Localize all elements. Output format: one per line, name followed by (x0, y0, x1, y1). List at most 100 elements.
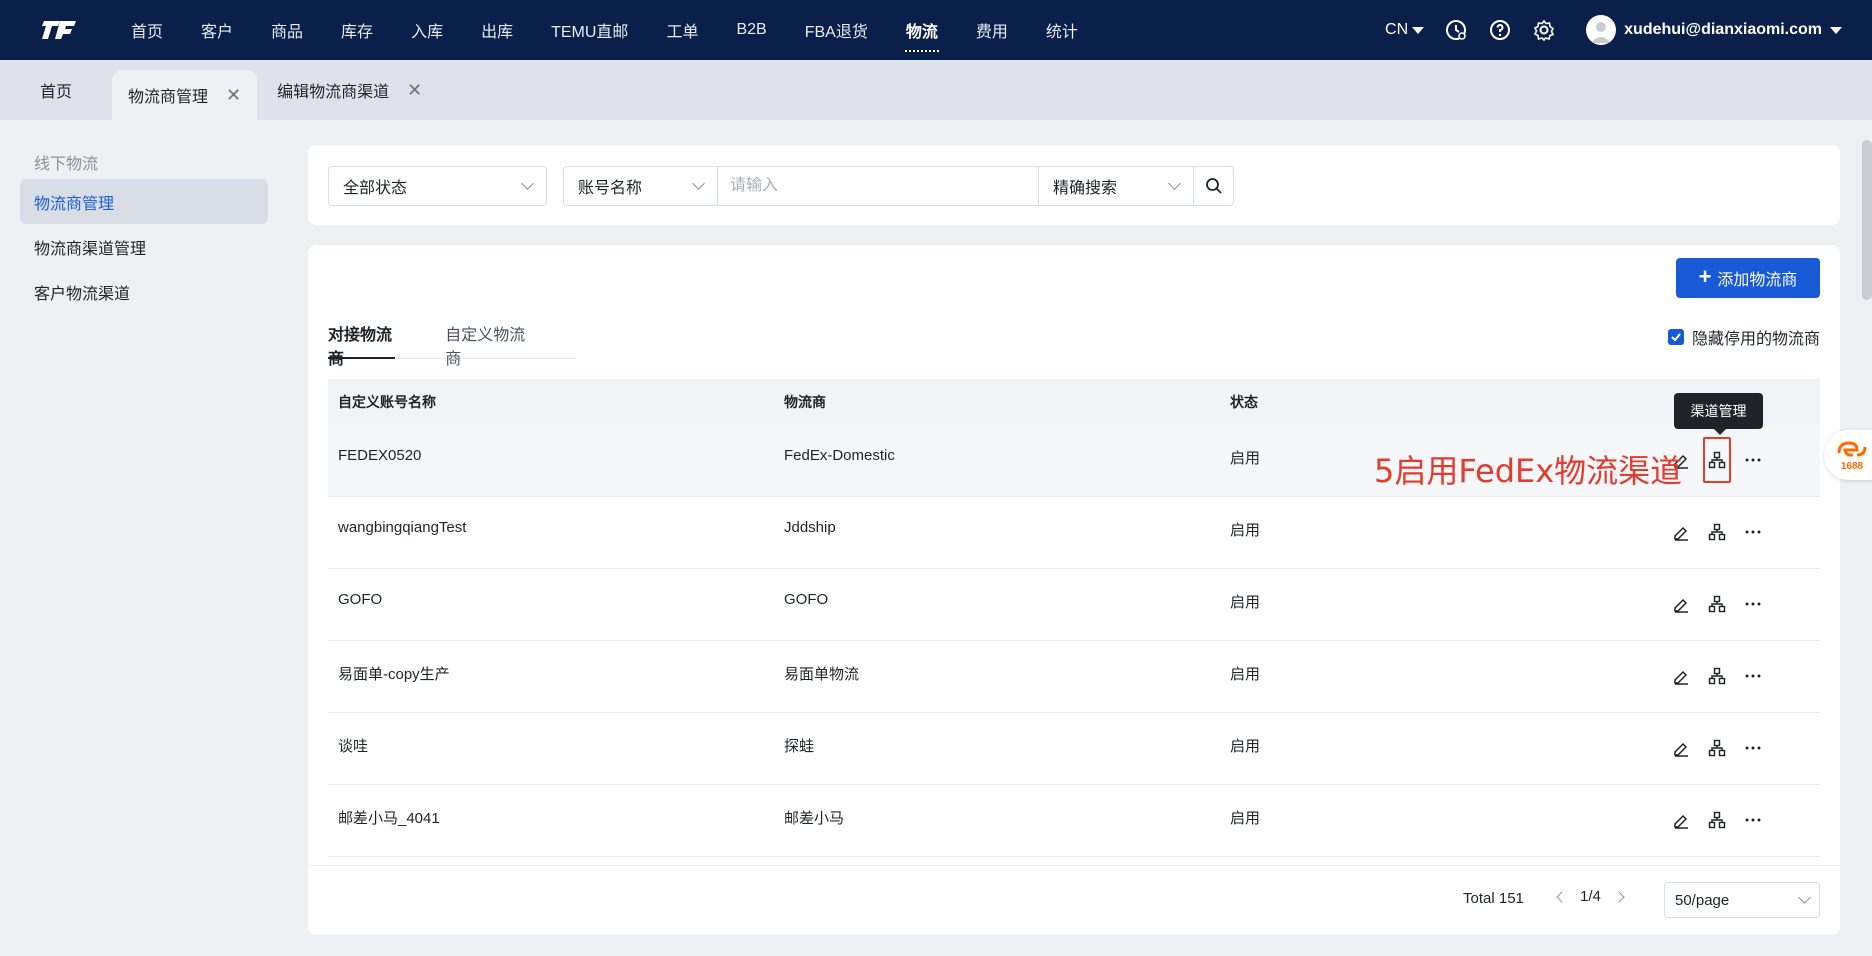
clock-icon[interactable] (1444, 18, 1468, 42)
cell-status: 启用 (1230, 522, 1261, 539)
main-menu: 首页 客户 商品 库存 入库 出库 TEMU直邮 工单 B2B FBA退货 物流… (112, 0, 1097, 60)
more-icon[interactable] (1742, 665, 1764, 687)
nav-item-outbound[interactable]: 出库 (462, 0, 532, 60)
nav-item-b2b[interactable]: B2B (717, 0, 785, 60)
search-button[interactable] (1193, 167, 1233, 205)
status-select-value: 全部状态 (343, 180, 408, 197)
row-actions (1670, 521, 1764, 543)
sidebar-item-carrier-channels[interactable]: 物流商渠道管理 (20, 224, 268, 269)
total-count: Total 151 (1463, 890, 1524, 907)
status-select[interactable]: 全部状态 (328, 166, 547, 206)
table-row[interactable]: 邮差小马_4041 邮差小马 启用 (328, 785, 1820, 857)
user-email: xudehui@dianxiaomi.com (1624, 21, 1822, 38)
more-icon[interactable] (1742, 593, 1764, 615)
nav-item-customers[interactable]: 客户 (182, 0, 252, 60)
page-navigator: 1/4 (1556, 888, 1625, 905)
search-icon (1205, 178, 1222, 194)
tab-integrated-carriers[interactable]: 对接物流商 (328, 321, 396, 368)
table-row[interactable]: 易面单-copy生产 易面单物流 启用 (328, 641, 1820, 713)
channel-management-icon[interactable] (1706, 521, 1728, 543)
next-page-icon[interactable] (1613, 890, 1625, 903)
table-header: 自定义账号名称 物流商 状态 (328, 379, 1820, 425)
page-tab-carrier-management[interactable]: 物流商管理 ✕ (112, 70, 258, 120)
pagination: Total 151 1/4 50/page (308, 865, 1840, 935)
edit-icon[interactable] (1670, 809, 1692, 831)
nav-item-inbound[interactable]: 入库 (392, 0, 462, 60)
cell-carrier: 探蛙 (784, 738, 815, 755)
cell-account-name: GOFO (338, 591, 383, 608)
sidebar-heading: 线下物流 (34, 156, 99, 173)
cell-status: 启用 (1230, 738, 1261, 755)
edit-icon[interactable] (1670, 737, 1692, 759)
sidebar-item-carrier-management[interactable]: 物流商管理 (20, 179, 268, 224)
row-actions (1670, 437, 1764, 483)
cell-carrier: 邮差小马 (784, 810, 845, 827)
channel-management-icon[interactable] (1706, 593, 1728, 615)
channel-management-icon[interactable] (1706, 809, 1728, 831)
help-icon[interactable] (1488, 18, 1512, 42)
table-row[interactable]: GOFO GOFO 启用 (328, 569, 1820, 641)
nav-item-tickets[interactable]: 工单 (647, 0, 717, 60)
nav-item-home[interactable]: 首页 (112, 0, 182, 60)
table-row[interactable]: 谈哇 探蛙 启用 (328, 713, 1820, 785)
nav-item-fees[interactable]: 费用 (957, 0, 1027, 60)
plus-icon: + (1698, 264, 1712, 289)
sidebar-item-customer-channels[interactable]: 客户物流渠道 (20, 269, 268, 314)
tab-custom-carriers[interactable]: 自定义物流商 (445, 321, 526, 368)
column-header-carrier: 物流商 (784, 394, 826, 410)
prev-page-icon[interactable] (1556, 890, 1568, 903)
nav-item-products[interactable]: 商品 (252, 0, 322, 60)
search-mode-value: 精确搜索 (1053, 180, 1118, 197)
close-icon[interactable]: ✕ (226, 86, 241, 104)
row-actions (1670, 593, 1764, 615)
brand-logo[interactable] (38, 16, 78, 44)
floating-1688-badge[interactable]: 1688 (1824, 430, 1872, 480)
more-icon[interactable] (1742, 449, 1764, 471)
nav-item-logistics[interactable]: 物流 (887, 0, 957, 60)
cell-account-name: FEDEX0520 (338, 447, 422, 464)
user-menu[interactable]: xudehui@dianxiaomi.com (1586, 15, 1842, 45)
settings-icon[interactable] (1532, 18, 1556, 42)
cell-carrier: GOFO (784, 591, 829, 608)
filter-bar: 全部状态 账号名称 精确搜索 (308, 145, 1840, 225)
channel-management-icon[interactable] (1706, 737, 1728, 759)
nav-item-temu[interactable]: TEMU直邮 (532, 0, 647, 60)
carrier-list-panel: + 添加物流商 对接物流商 自定义物流商 隐藏停用的物流商 自定义账号名称 物流… (308, 245, 1840, 935)
nav-item-statistics[interactable]: 统计 (1027, 0, 1097, 60)
page-size-select[interactable]: 50/page (1664, 882, 1820, 918)
hide-disabled-checkbox[interactable]: 隐藏停用的物流商 (1667, 325, 1820, 349)
column-header-account-name: 自定义账号名称 (338, 394, 436, 410)
checkbox-checked-icon (1667, 329, 1684, 345)
more-icon[interactable] (1742, 737, 1764, 759)
nav-item-fba-returns[interactable]: FBA退货 (786, 0, 887, 60)
channel-management-icon[interactable] (1706, 665, 1728, 687)
edit-icon[interactable] (1670, 521, 1692, 543)
page-tab-home[interactable]: 首页 (0, 60, 112, 120)
page-tab-bar: 首页 物流商管理 ✕ 编辑物流商渠道 ✕ (0, 60, 1872, 120)
page-scrollbar[interactable] (1862, 140, 1872, 300)
caret-down-icon (1412, 26, 1425, 34)
cell-status: 启用 (1230, 810, 1261, 827)
column-header-status: 状态 (1230, 394, 1258, 410)
search-field-select[interactable]: 账号名称 (564, 167, 718, 205)
search-mode-select[interactable]: 精确搜索 (1038, 167, 1193, 205)
more-icon[interactable] (1742, 809, 1764, 831)
carrier-type-tabs: 对接物流商 自定义物流商 (328, 321, 576, 368)
edit-icon[interactable] (1670, 593, 1692, 615)
page-tab-edit-carrier-channel[interactable]: 编辑物流商渠道 ✕ (257, 60, 442, 120)
chevron-down-icon (692, 177, 705, 190)
cell-carrier: 易面单物流 (784, 666, 860, 683)
close-icon[interactable]: ✕ (407, 81, 422, 99)
edit-icon[interactable] (1670, 665, 1692, 687)
caret-down-icon (1830, 26, 1842, 34)
channel-management-icon[interactable] (1703, 437, 1731, 483)
add-carrier-button[interactable]: + 添加物流商 (1676, 258, 1820, 298)
table-row[interactable]: wangbingqiangTest Jddship 启用 (328, 497, 1820, 569)
chevron-down-icon (521, 177, 534, 190)
cell-carrier: Jddship (784, 519, 836, 536)
language-switcher[interactable]: CN (1385, 21, 1425, 39)
avatar (1586, 15, 1617, 45)
search-input[interactable] (718, 167, 1038, 205)
more-icon[interactable] (1742, 521, 1764, 543)
nav-item-inventory[interactable]: 库存 (322, 0, 392, 60)
